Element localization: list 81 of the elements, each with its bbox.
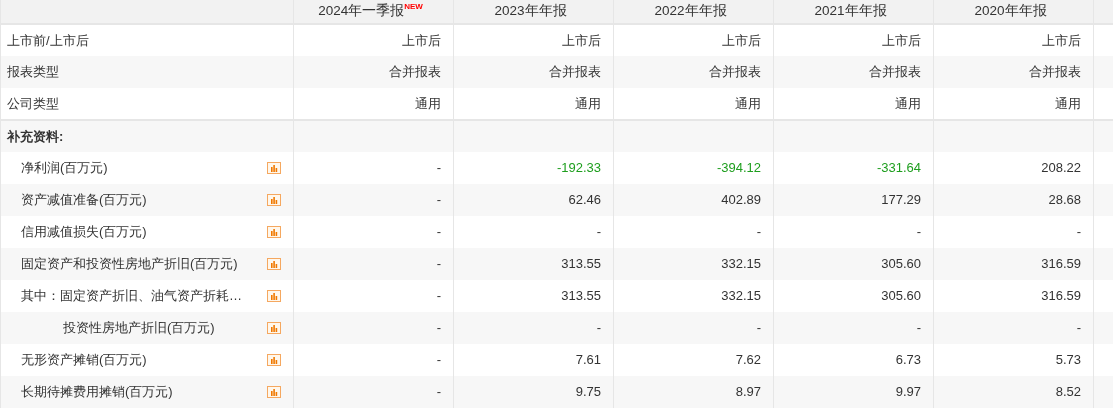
table-cell: 合并报表 <box>389 64 441 80</box>
bar-chart-icon[interactable] <box>267 194 281 206</box>
row-label: 长期待摊费用摊销(百万元) <box>20 383 173 402</box>
table-cell: - <box>436 384 441 400</box>
table-cell: 316.59 <box>1041 256 1081 272</box>
column-header: 2021年年报 <box>814 3 887 19</box>
table-cell: - <box>436 192 441 208</box>
table-cell: 332.15 <box>721 256 761 272</box>
bar-chart-icon[interactable] <box>267 386 281 398</box>
column-header: 2023年年报 <box>494 3 567 19</box>
row-label: 报表类型 <box>7 64 59 80</box>
table-cell: 合并报表 <box>549 64 601 80</box>
table-cell: 313.55 <box>561 288 601 304</box>
row-label: 净利润(百万元) <box>20 159 108 178</box>
table-cell: - <box>1076 320 1081 336</box>
table-cell: - <box>596 320 601 336</box>
table-cell: - <box>436 256 441 272</box>
row-label: 公司类型 <box>7 95 59 111</box>
column-header: 2022年年报 <box>654 3 727 19</box>
bar-chart-icon[interactable] <box>267 226 281 238</box>
table-cell: 9.97 <box>895 384 921 400</box>
row-label: 上市前/上市后 <box>7 32 89 48</box>
table-cell: 通用 <box>735 95 761 111</box>
table-cell: -331.64 <box>876 160 921 176</box>
column-header: 2024年一季报 <box>318 3 405 19</box>
table-cell: 7.62 <box>735 352 761 368</box>
table-cell: -394.12 <box>716 160 761 176</box>
table-cell: 332.15 <box>721 288 761 304</box>
row-label: 其中：固定资产折旧、油气资产折耗… <box>20 287 242 306</box>
row-label: 资产减值准备(百万元) <box>20 191 147 210</box>
table-cell: - <box>436 288 441 304</box>
bar-chart-icon[interactable] <box>267 354 281 366</box>
table-cell: - <box>596 224 601 240</box>
table-cell: - <box>756 320 761 336</box>
table-cell: 通用 <box>1055 95 1081 111</box>
section-title: 补充资料: <box>7 128 64 144</box>
table-cell: 上市后 <box>402 32 441 48</box>
table-cell: - <box>436 320 441 336</box>
row-label: 无形资产摊销(百万元) <box>20 351 147 370</box>
table-cell: 合并报表 <box>869 64 921 80</box>
table-cell: - <box>436 224 441 240</box>
table-cell: 28.68 <box>1048 192 1081 208</box>
table-cell: 合并报表 <box>1029 64 1081 80</box>
table-cell: 上市后 <box>882 32 921 48</box>
table-cell: - <box>436 352 441 368</box>
table-cell: - <box>916 224 921 240</box>
table-cell: - <box>756 224 761 240</box>
table-cell: 通用 <box>575 95 601 111</box>
column-header: 2020年年报 <box>974 3 1047 19</box>
table-cell: 8.97 <box>735 384 761 400</box>
table-cell: 5.73 <box>1055 352 1081 368</box>
table-cell: 316.59 <box>1041 288 1081 304</box>
table-cell: 305.60 <box>881 288 921 304</box>
table-cell: 62.46 <box>568 192 601 208</box>
table-cell: 上市后 <box>1042 32 1081 48</box>
table-cell: 6.73 <box>895 352 921 368</box>
table-cell: 上市后 <box>562 32 601 48</box>
bar-chart-icon[interactable] <box>267 322 281 334</box>
table-cell: 305.60 <box>881 256 921 272</box>
row-label: 信用减值损失(百万元) <box>20 223 147 242</box>
table-cell: 208.22 <box>1041 160 1081 176</box>
row-label: 投资性房地产折旧(百万元) <box>62 319 215 338</box>
table-cell: 8.52 <box>1055 384 1081 400</box>
table-cell: 上市后 <box>722 32 761 48</box>
table-cell: - <box>1076 224 1081 240</box>
bar-chart-icon[interactable] <box>267 290 281 302</box>
table-cell: 通用 <box>415 95 441 111</box>
table-cell: 313.55 <box>561 256 601 272</box>
row-label: 固定资产和投资性房地产折旧(百万元) <box>20 255 238 274</box>
table-cell: - <box>436 160 441 176</box>
table-cell: 9.75 <box>575 384 601 400</box>
new-label: NEW <box>404 2 423 12</box>
table-cell: 通用 <box>895 95 921 111</box>
table-cell: 177.29 <box>881 192 921 208</box>
table-cell: 402.89 <box>721 192 761 208</box>
bar-chart-icon[interactable] <box>267 258 281 270</box>
table-cell: - <box>916 320 921 336</box>
table-cell: 合并报表 <box>709 64 761 80</box>
table-cell: -192.33 <box>556 160 601 176</box>
bar-chart-icon[interactable] <box>267 162 281 174</box>
table-cell: 7.61 <box>575 352 601 368</box>
